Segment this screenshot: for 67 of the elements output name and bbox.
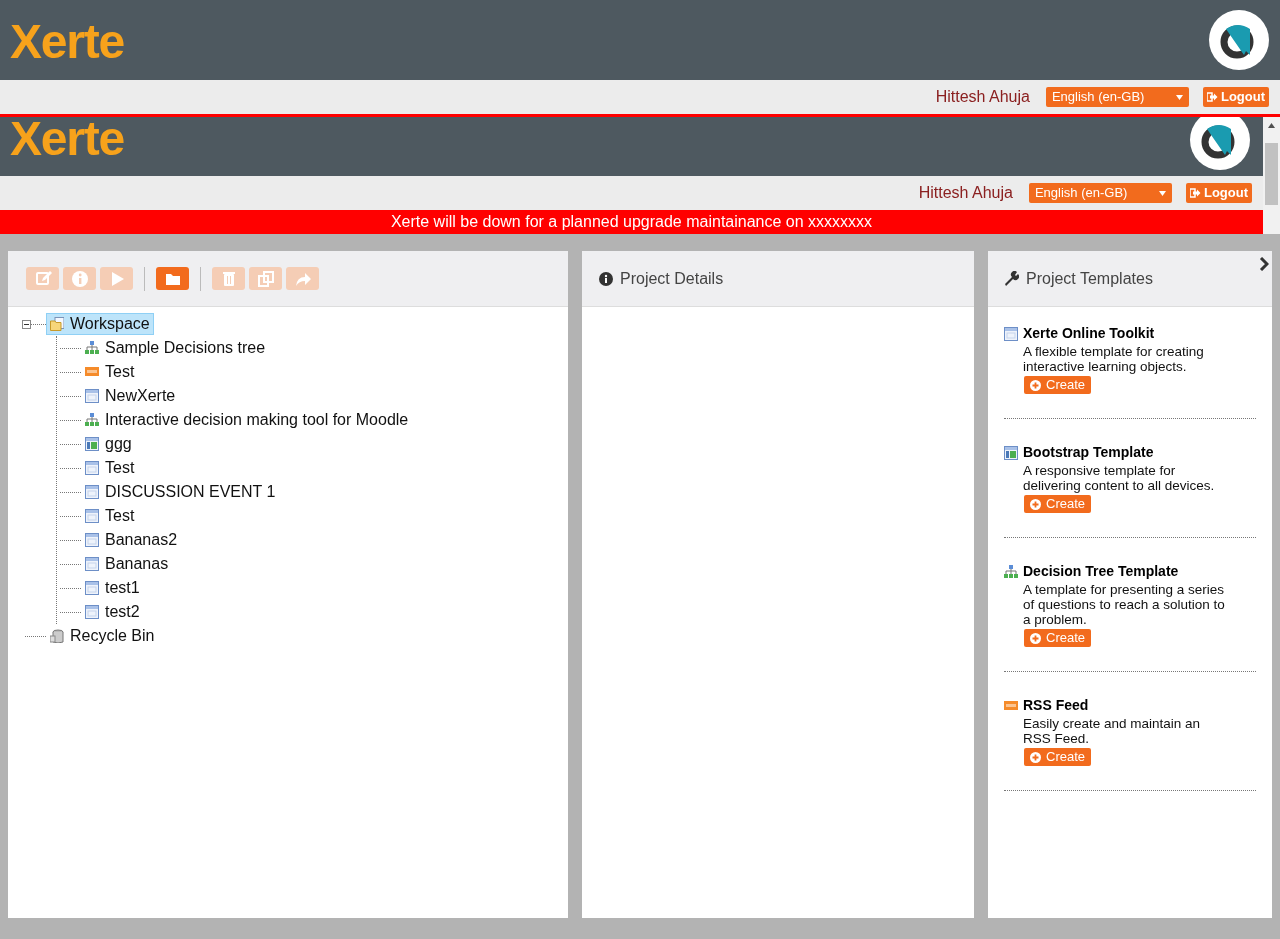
document-icon bbox=[85, 389, 99, 403]
plus-circle-icon bbox=[1030, 632, 1041, 644]
tree-item[interactable]: Test bbox=[81, 361, 139, 383]
plus-circle-icon bbox=[1030, 751, 1041, 763]
copy-icon bbox=[256, 269, 275, 288]
info-icon bbox=[70, 269, 89, 288]
scrollbar[interactable] bbox=[1263, 117, 1280, 234]
tree-item[interactable]: Recycle Bin bbox=[46, 625, 159, 647]
template-name: Xerte Online Toolkit bbox=[1023, 324, 1155, 343]
logo: Xerte bbox=[10, 117, 125, 163]
tree-item[interactable]: DISCUSSION EVENT 1 bbox=[81, 481, 280, 503]
template-description: A responsive template for delivering content to all devices. bbox=[1023, 463, 1216, 493]
edit-icon bbox=[33, 269, 52, 288]
tree-item[interactable]: Test bbox=[81, 457, 139, 479]
maintenance-banner: Xerte will be down for a planned upgrade maintainance on xxxxxxxx bbox=[0, 210, 1263, 234]
hierarchy-icon bbox=[1004, 564, 1018, 579]
dropdown-arrow-icon bbox=[1175, 94, 1183, 100]
template-name: Bootstrap Template bbox=[1023, 443, 1154, 462]
document-icon bbox=[85, 461, 99, 475]
document-icon bbox=[85, 581, 99, 595]
template-description: Easily create and maintain an RSS Feed. bbox=[1023, 716, 1202, 746]
rss-icon bbox=[1004, 698, 1018, 713]
brand-logo-icon bbox=[1208, 9, 1270, 71]
tree-item[interactable]: Sample Decisions tree bbox=[81, 337, 270, 359]
document-icon bbox=[85, 605, 99, 619]
collapse-toggle[interactable] bbox=[22, 320, 31, 329]
wrench-icon bbox=[1004, 271, 1019, 286]
hierarchy-icon bbox=[85, 413, 99, 427]
tree-item[interactable]: Interactive decision making tool for Moodle bbox=[81, 409, 413, 431]
tree-item[interactable]: Workspace bbox=[46, 313, 154, 335]
info-icon bbox=[599, 271, 613, 286]
template-name: RSS Feed bbox=[1023, 696, 1089, 715]
template-description: A template for presenting a series of questions to reach a solution to a problem. bbox=[1023, 582, 1226, 627]
plus-circle-icon bbox=[1030, 379, 1041, 391]
layout-icon bbox=[1004, 445, 1018, 460]
user-name: Hittesh Ahuja bbox=[918, 183, 1013, 203]
document-icon bbox=[85, 533, 99, 547]
scroll-up-arrow-icon[interactable] bbox=[1268, 123, 1275, 128]
plus-circle-icon bbox=[1030, 498, 1041, 510]
bin-icon bbox=[50, 629, 64, 643]
dropdown-arrow-icon bbox=[1158, 190, 1166, 196]
tree-item[interactable]: Test bbox=[81, 505, 139, 527]
chevron-right-icon[interactable] bbox=[1259, 257, 1269, 271]
panel-title: Project Templates bbox=[1026, 268, 1153, 289]
tree-item[interactable]: Bananas2 bbox=[81, 529, 182, 551]
logout-icon bbox=[1189, 188, 1201, 198]
tree-item[interactable]: test2 bbox=[81, 601, 144, 623]
document-icon bbox=[85, 509, 99, 523]
rss-icon bbox=[85, 365, 99, 379]
hierarchy-icon bbox=[85, 341, 99, 355]
layout-icon bbox=[85, 437, 99, 451]
document-icon bbox=[1004, 326, 1018, 341]
document-icon bbox=[85, 485, 99, 499]
template-description: A flexible template for creating interactive learning objects. bbox=[1023, 344, 1205, 374]
user-name: Hittesh Ahuja bbox=[935, 87, 1030, 107]
tree-item[interactable]: test1 bbox=[81, 577, 144, 599]
document-icon bbox=[85, 557, 99, 571]
panel-title: Project Details bbox=[620, 268, 724, 289]
tree-item[interactable]: ggg bbox=[81, 433, 136, 455]
folder-button[interactable] bbox=[156, 267, 189, 290]
tree-item[interactable]: Bananas bbox=[81, 553, 173, 575]
logo: Xerte bbox=[10, 18, 125, 66]
logout-icon bbox=[1206, 92, 1218, 102]
template-name: Decision Tree Template bbox=[1023, 562, 1179, 581]
tree-item[interactable]: NewXerte bbox=[81, 385, 180, 407]
folder-icon bbox=[50, 317, 64, 331]
brand-logo-icon bbox=[1189, 117, 1251, 171]
